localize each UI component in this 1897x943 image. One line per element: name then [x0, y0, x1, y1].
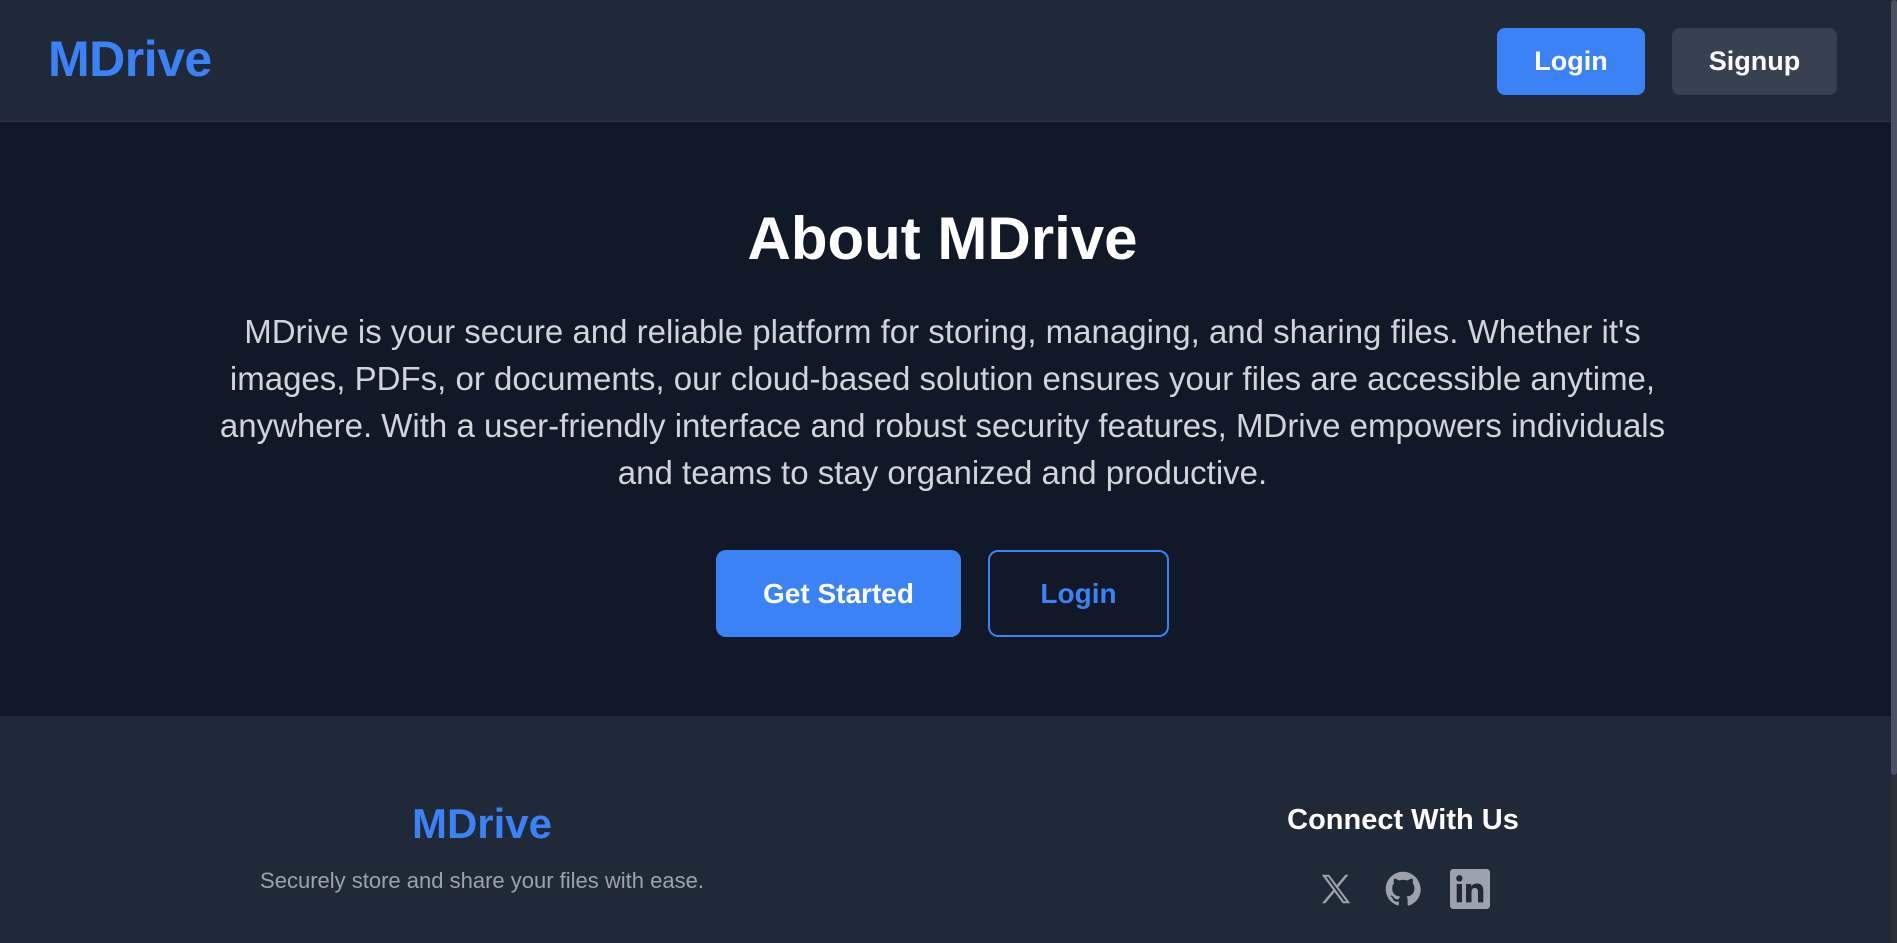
x-twitter-icon[interactable] — [1315, 868, 1357, 910]
scrollbar-thumb[interactable] — [1891, 0, 1897, 775]
linkedin-icon[interactable] — [1449, 868, 1491, 910]
social-links — [1315, 868, 1495, 912]
github-icon[interactable] — [1382, 868, 1424, 910]
header-signup-button[interactable]: Signup — [1672, 28, 1837, 95]
get-started-button[interactable]: Get Started — [716, 550, 961, 637]
about-description: MDrive is your secure and reliable platf… — [219, 313, 1666, 491]
page: MDrive Login Signup About MDrive MDrive … — [0, 0, 1897, 943]
footer-brand: MDrive — [411, 800, 553, 847]
connect-heading: Connect With Us — [1287, 804, 1519, 836]
top-navbar: MDrive Login Signup — [0, 0, 1891, 122]
page-scrollbar[interactable] — [1891, 0, 1897, 943]
brand-logo[interactable]: MDrive — [48, 30, 212, 88]
footer-tagline: Securely store and share your files with… — [260, 868, 704, 893]
hero-login-button[interactable]: Login — [988, 550, 1169, 637]
page-title: About MDrive — [747, 205, 1138, 272]
header-login-button[interactable]: Login — [1497, 28, 1645, 95]
footer: MDrive Securely store and share your fil… — [0, 716, 1891, 943]
about-section: About MDrive MDrive is your secure and r… — [0, 122, 1891, 716]
